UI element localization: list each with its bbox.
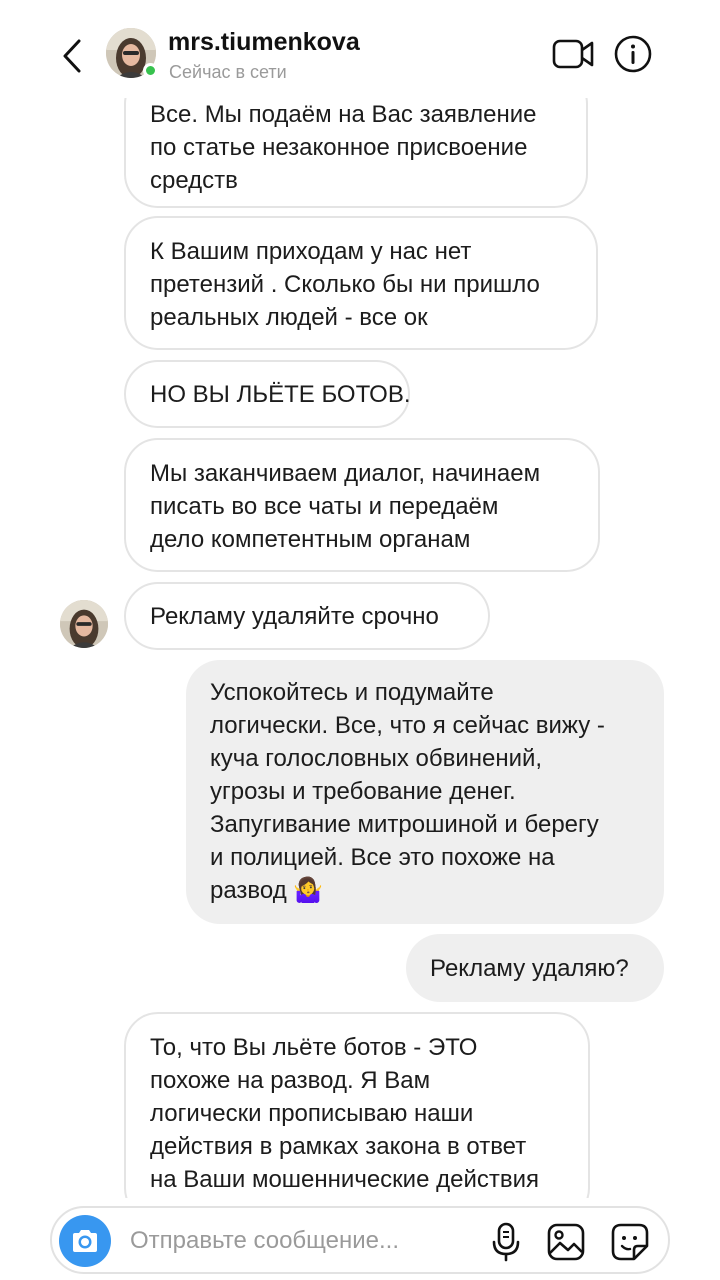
message-line: реальных людей - все ок — [150, 304, 428, 331]
message-line: НО ВЫ ЛЬЁТЕ БОТОВ. — [150, 381, 411, 408]
sticker-icon — [611, 1223, 649, 1261]
info-icon — [614, 35, 652, 73]
online-status: Сейчас в сети — [169, 62, 287, 82]
back-chevron-icon — [63, 39, 81, 73]
message-bubble-incoming[interactable]: Все. Мы подаём на Вас заявление по стать… — [124, 98, 588, 208]
back-button[interactable] — [52, 36, 92, 76]
camera-icon — [73, 1230, 97, 1252]
voice-message-button[interactable] — [490, 1222, 522, 1262]
message-thread[interactable]: Все. Мы подаём на Вас заявление по стать… — [36, 98, 684, 1198]
message-input[interactable] — [130, 1222, 430, 1260]
chat-header: mrs.tiumenkova Сейчас в сети — [0, 0, 720, 98]
message-bubble-outgoing[interactable]: Успокойтесь и подумайте логически. Все, … — [186, 660, 664, 924]
message-line: и полицией. Все это похоже на — [210, 844, 555, 871]
message-line: угрозы и требование денег. — [210, 778, 516, 805]
message-line: Рекламу удаляю? — [430, 955, 629, 982]
message-composer — [50, 1206, 670, 1274]
username[interactable]: mrs.tiumenkova — [168, 28, 360, 57]
message-line: писать во все чаты и передаём — [150, 493, 499, 520]
info-button[interactable] — [614, 35, 652, 73]
video-call-icon — [552, 39, 594, 69]
message-line: логически прописываю наши — [150, 1100, 474, 1127]
message-bubble-incoming[interactable]: НО ВЫ ЛЬЁТЕ БОТОВ. — [124, 360, 411, 428]
message-line: Запугивание митрошиной и берегу — [210, 811, 599, 838]
message-bubble-incoming[interactable]: К Вашим приходам у нас нет претензий . С… — [124, 216, 598, 350]
camera-button[interactable] — [59, 1215, 111, 1267]
message-line: Успокойтесь и подумайте — [210, 679, 494, 706]
message-line: похоже на развод. Я Вам — [150, 1067, 431, 1094]
message-line: куча голословных обвинений, — [210, 745, 543, 772]
message-line: дело компетентным органам — [150, 526, 471, 553]
message-line: действия в рамках закона в ответ — [150, 1133, 527, 1160]
message-line: развод 🤷‍♀️ — [210, 877, 324, 904]
message-line: Мы заканчиваем диалог, начинаем — [150, 460, 541, 487]
message-line: К Вашим приходам у нас нет — [150, 238, 472, 265]
gallery-icon — [547, 1223, 585, 1261]
message-bubble-incoming[interactable]: Мы заканчиваем диалог, начинаем писать в… — [124, 438, 600, 572]
profile-avatar[interactable] — [106, 28, 158, 80]
online-indicator — [143, 63, 158, 78]
message-bubble-outgoing[interactable]: Рекламу удаляю? — [406, 934, 664, 1002]
sticker-button[interactable] — [610, 1222, 650, 1262]
message-line: на Ваши мошеннические действия — [150, 1166, 539, 1193]
message-line: логически. Все, что я сейчас вижу - — [210, 712, 605, 739]
gallery-button[interactable] — [546, 1222, 586, 1262]
message-line: Рекламу удаляйте срочно — [150, 603, 439, 630]
message-bubble-incoming[interactable]: То, что Вы льёте ботов - ЭТО похоже на р… — [124, 1012, 590, 1198]
message-line: средств — [150, 167, 238, 194]
sender-avatar[interactable] — [60, 600, 108, 648]
message-line: претензий . Сколько бы ни пришло — [150, 271, 540, 298]
microphone-icon — [492, 1222, 520, 1262]
message-bubble-incoming[interactable]: Рекламу удаляйте срочно — [124, 582, 490, 650]
message-line: по статье незаконное присвоение — [150, 134, 528, 161]
message-line: Все. Мы подаём на Вас заявление — [150, 101, 537, 128]
video-call-button[interactable] — [552, 38, 594, 70]
message-line: То, что Вы льёте ботов - ЭТО — [150, 1034, 478, 1061]
